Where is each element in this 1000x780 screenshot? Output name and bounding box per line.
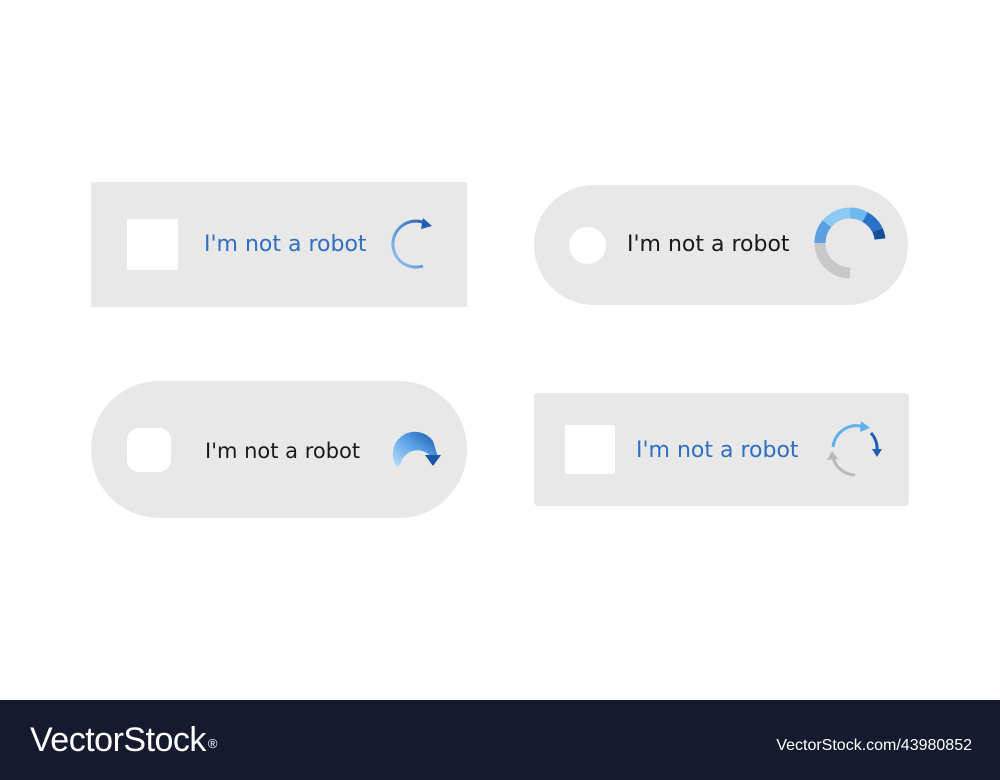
two-arrow-cycle-icon: [817, 413, 889, 485]
refresh-arrow-icon: [383, 212, 443, 272]
captcha-checkbox-3[interactable]: [127, 428, 171, 472]
captcha-checkbox-4[interactable]: [565, 425, 615, 474]
captcha-widget-1: I'm not a robot: [91, 182, 467, 307]
captcha-label-4: I'm not a robot: [636, 438, 799, 463]
captcha-widget-4: I'm not a robot: [534, 393, 909, 506]
captcha-checkbox-1[interactable]: [127, 219, 178, 270]
brand-logo: VectorStock ®: [30, 718, 218, 762]
captcha-label-3: I'm not a robot: [205, 439, 361, 463]
captcha-label-1: I'm not a robot: [204, 232, 367, 257]
captcha-widget-3: I'm not a robot: [91, 381, 467, 518]
brand-name: VectorStock: [30, 721, 206, 759]
registered-mark: ®: [207, 736, 218, 751]
captcha-label-2: I'm not a robot: [627, 232, 790, 257]
footer-bar: VectorStock ® VectorStock.com/43980852: [0, 700, 1000, 780]
captcha-widget-2: I'm not a robot: [534, 185, 908, 305]
captcha-checkbox-2[interactable]: [569, 227, 606, 264]
segmented-loading-ring-icon: [810, 203, 890, 283]
image-id-text: VectorStock.com/43980852: [776, 737, 972, 754]
gradient-arrow-icon: [383, 421, 445, 483]
